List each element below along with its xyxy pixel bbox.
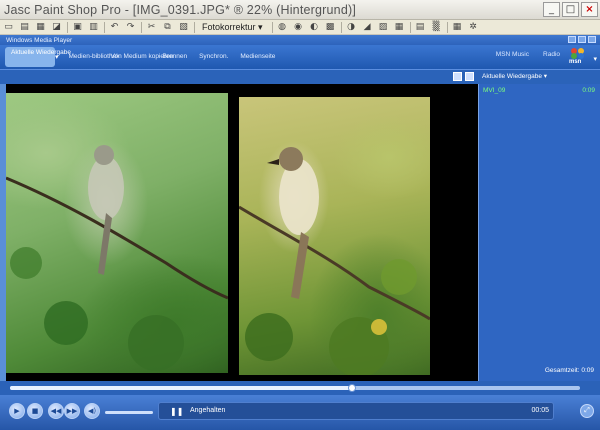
undo-icon[interactable]: ↶	[108, 22, 121, 33]
toolbar-separator	[141, 21, 142, 33]
color-icon[interactable]: ◉	[292, 22, 305, 33]
mute-button[interactable]: ◀)	[84, 403, 100, 419]
video-frame-right	[239, 97, 430, 375]
transport-controls: ▶ ■ ◀◀ ▶▶ ◀) ❚❚ Angehalten 00:05 ⤢	[0, 395, 600, 430]
radio-link[interactable]: Radio	[543, 51, 560, 58]
psp-toolbar: ▭ ▤ ▦ ◪ ▣ ▥ ↶ ↷ ✂ ⧉ ▧ Fotokorrektur ▾ ◍ …	[0, 20, 600, 35]
wmp-window-title: Windows Media Player	[6, 36, 73, 44]
maximize-button[interactable]: □	[562, 2, 579, 17]
previous-button[interactable]: ◀◀	[48, 403, 64, 419]
stop-button[interactable]: ■	[27, 403, 43, 419]
toolbar-separator	[446, 21, 448, 33]
msn-logo-text: msn	[569, 59, 582, 65]
tab-sync[interactable]: Synchron.	[193, 53, 234, 61]
wmp-close-button[interactable]	[588, 36, 596, 43]
open-file-icon[interactable]: ▤	[18, 22, 31, 33]
wmp-minimize-button[interactable]	[568, 36, 576, 43]
status-display: ❚❚ Angehalten 00:05	[158, 402, 554, 420]
media-player-window: Windows Media Player Aktuelle Wiedergabe…	[0, 35, 600, 430]
seek-thumb[interactable]	[348, 384, 356, 392]
wmp-title-bar: Windows Media Player	[0, 35, 600, 45]
photo-correction-dropdown[interactable]: Fotokorrektur ▾	[198, 21, 267, 34]
toolbar-separator	[194, 21, 195, 33]
compact-mode-icon[interactable]: ⤢	[580, 404, 594, 418]
enhancements-icon[interactable]	[465, 72, 474, 81]
batch-icon[interactable]: ▤	[414, 22, 427, 33]
histogram-icon[interactable]: ▩	[324, 22, 337, 33]
close-button[interactable]: ×	[581, 2, 598, 17]
toolbar-separator	[340, 21, 342, 33]
settings-icon[interactable]: ✲	[467, 22, 480, 33]
levels-icon[interactable]: ◢	[361, 22, 374, 33]
minimize-button[interactable]: _	[543, 2, 560, 17]
video-frame-left	[6, 93, 228, 373]
browse-icon[interactable]: ▦	[34, 22, 47, 33]
playlist-item-duration: 0:09	[582, 87, 595, 94]
bird-branch-right-icon	[239, 147, 430, 375]
playlist-panel: MVI_09 0:09 Gesamtzeit: 0:09	[478, 84, 600, 381]
bird-branch-left-icon	[6, 145, 228, 371]
playlist-item-name: MVI_09	[483, 87, 506, 94]
new-file-icon[interactable]: ▭	[2, 22, 15, 33]
copy-icon[interactable]: ⧉	[161, 22, 174, 33]
playback-status: Angehalten	[190, 407, 226, 414]
seek-track[interactable]	[10, 384, 580, 392]
redo-icon[interactable]: ↷	[124, 22, 137, 33]
seek-bar[interactable]	[0, 381, 600, 395]
toolbar-separator	[409, 21, 411, 33]
wmp-sub-bar: Aktuelle Wiedergabe ▾	[0, 69, 600, 84]
contrast-icon[interactable]: ◑	[345, 22, 358, 33]
current-time: 00:05	[531, 407, 549, 414]
scan-icon[interactable]: ◪	[50, 22, 63, 33]
playlist-selector[interactable]: Aktuelle Wiedergabe ▾	[482, 72, 547, 80]
brightness-icon[interactable]: ◐	[308, 22, 321, 33]
msn-logo[interactable]: msn	[568, 48, 588, 66]
seek-fill	[10, 386, 352, 390]
app-title: Jasc Paint Shop Pro - [IMG_0391.JPG* ® 2…	[4, 2, 357, 17]
tab-media-guide[interactable]: Medienseite	[234, 53, 281, 61]
cut-icon[interactable]: ✂	[145, 22, 158, 33]
enhance-icon[interactable]: ◍	[276, 22, 289, 33]
save-icon[interactable]: ▣	[71, 22, 84, 33]
view-options-icon[interactable]	[453, 72, 462, 81]
palette-icon[interactable]: ▦	[451, 22, 464, 33]
wmp-maximize-button[interactable]	[578, 36, 586, 43]
tab-media-library[interactable]: Medien-bibliothek	[63, 53, 120, 61]
tab-rip[interactable]: Von Medium kopieren	[105, 53, 174, 61]
chevron-down-icon[interactable]: ▾	[593, 55, 597, 63]
wmp-task-tabs: Aktuelle Wiedergabe ▾ Medien-bibliothek …	[0, 45, 600, 69]
total-time: Gesamtzeit: 0:09	[544, 367, 594, 374]
dither-icon[interactable]: ▒	[430, 22, 443, 33]
paste-icon[interactable]: ▧	[177, 22, 190, 33]
playlist-item[interactable]: MVI_09 0:09	[483, 87, 595, 94]
psp-title-bar: Jasc Paint Shop Pro - [IMG_0391.JPG* ® 2…	[0, 0, 600, 20]
play-button[interactable]: ▶	[9, 403, 25, 419]
next-button[interactable]: ▶▶	[64, 403, 80, 419]
volume-slider[interactable]	[105, 411, 153, 414]
pause-icon: ❚❚	[170, 407, 184, 416]
sharpen-icon[interactable]: ▦	[393, 22, 406, 33]
toolbar-separator	[271, 21, 273, 33]
tab-burn[interactable]: Brennen	[157, 53, 194, 61]
tab-arrow-icon[interactable]: ▾	[55, 53, 59, 61]
msn-music-link[interactable]: MSN Music	[496, 51, 529, 58]
clarify-icon[interactable]: ▨	[377, 22, 390, 33]
video-display[interactable]	[6, 84, 478, 381]
toolbar-separator	[67, 21, 68, 33]
toolbar-separator	[104, 21, 105, 33]
print-icon[interactable]: ▥	[87, 22, 100, 33]
tab-now-playing[interactable]: Aktuelle Wiedergabe	[5, 47, 71, 67]
